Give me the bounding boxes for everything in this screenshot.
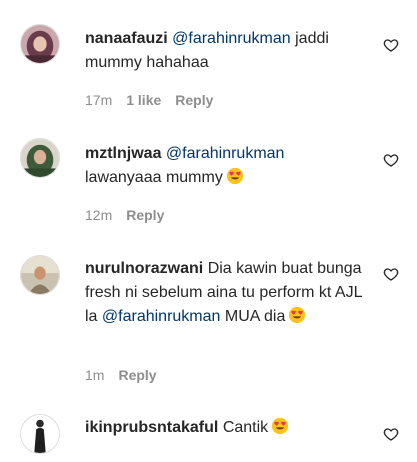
like-heart-icon[interactable] — [383, 152, 399, 168]
mention-link[interactable]: @farahinrukman — [166, 145, 285, 162]
avatar[interactable] — [20, 138, 60, 178]
like-heart-icon[interactable] — [383, 37, 399, 53]
username[interactable]: nurulnorazwani — [85, 260, 203, 277]
like-count[interactable]: 1 like — [126, 92, 161, 108]
comment-body: lawanyaaa mummy — [85, 169, 223, 186]
mention-link[interactable]: @farahinrukman — [102, 308, 221, 325]
comment-list: nanaafauzi @farahinrukman jaddi mummy ha… — [0, 0, 417, 462]
comment-text: mztlnjwaa @farahinrukman lawanyaaa mummy — [85, 142, 370, 190]
mention-link[interactable]: @farahinrukman — [172, 30, 291, 47]
like-heart-icon[interactable] — [383, 426, 399, 442]
comment-text: ikinprubsntakaful Cantik — [85, 416, 370, 440]
comment-meta: 17m 1 like Reply — [85, 92, 213, 108]
smiling-face-heart-eyes-emoji-icon — [226, 167, 244, 185]
username[interactable]: mztlnjwaa — [85, 145, 161, 162]
smiling-face-heart-eyes-emoji-icon — [271, 417, 289, 435]
comment-text: nanaafauzi @farahinrukman jaddi mummy ha… — [85, 27, 370, 75]
reply-button[interactable]: Reply — [175, 92, 213, 108]
avatar-woman-hijab-pink-icon — [21, 25, 59, 63]
avatar-woman-hijab-green-icon — [21, 139, 59, 177]
avatar[interactable] — [20, 414, 60, 454]
username[interactable]: ikinprubsntakaful — [85, 419, 218, 436]
reply-button[interactable]: Reply — [126, 207, 164, 223]
comment-text: nurulnorazwani Dia kawin buat bunga fres… — [85, 257, 370, 329]
comment-meta: 12m Reply — [85, 207, 164, 223]
reply-button[interactable]: Reply — [118, 367, 156, 383]
smiling-face-heart-eyes-emoji-icon — [288, 306, 306, 324]
username[interactable]: nanaafauzi — [85, 30, 168, 47]
avatar-woman-outdoor-icon — [21, 256, 59, 294]
comment-body-end: MUA dia — [224, 308, 286, 325]
avatar[interactable] — [20, 24, 60, 64]
timestamp: 1m — [85, 367, 105, 383]
avatar[interactable] — [20, 255, 60, 295]
comment-meta: 1m Reply — [85, 367, 157, 383]
timestamp: 17m — [85, 92, 113, 108]
like-heart-icon[interactable] — [383, 266, 399, 282]
avatar-woman-standing-icon — [21, 415, 59, 453]
timestamp: 12m — [85, 207, 113, 223]
comment-body: Cantik — [222, 419, 269, 436]
